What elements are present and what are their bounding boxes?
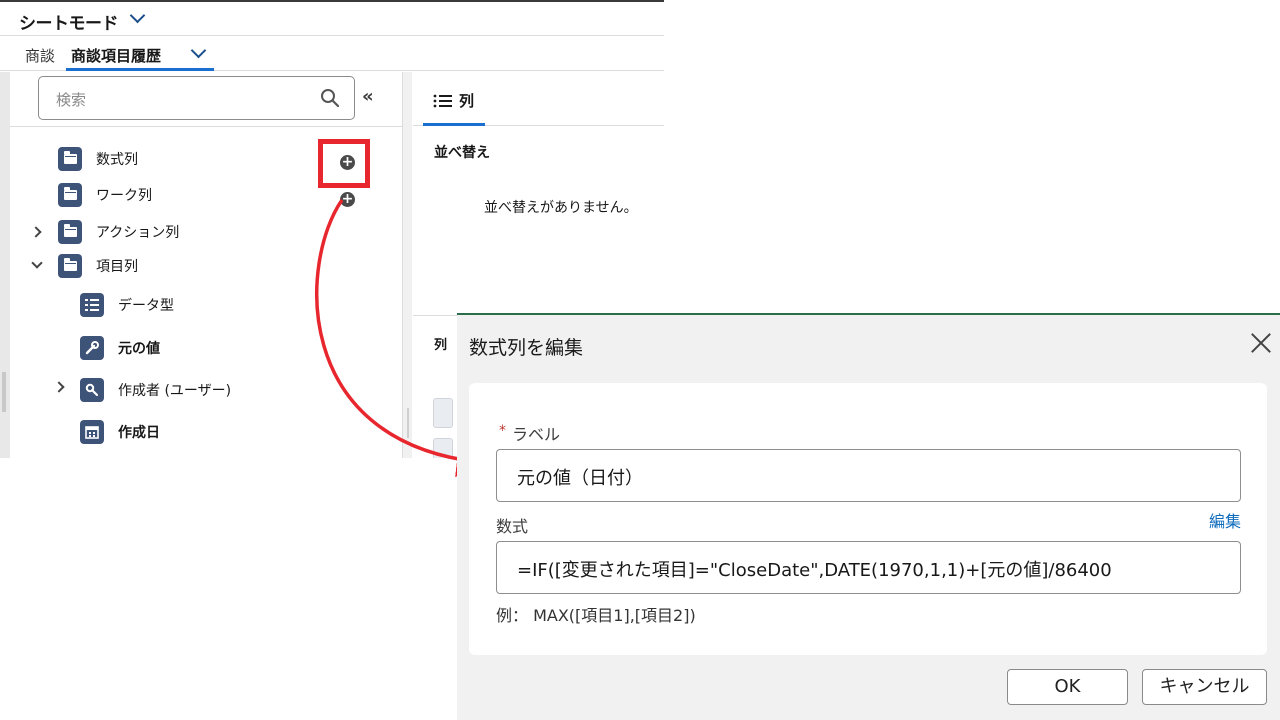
active-tab-underline	[66, 68, 214, 71]
collapse-panel-button[interactable]: «	[362, 86, 374, 107]
divider	[10, 126, 402, 127]
scrollbar-thumb[interactable]	[2, 372, 6, 412]
tree-item-created-by[interactable]: 作成者 (ユーザー)	[80, 376, 231, 404]
column-icon	[433, 438, 453, 458]
columns-section-label: 列	[434, 338, 448, 353]
breadcrumb-object[interactable]: 商談	[25, 45, 55, 66]
cancel-button[interactable]: キャンセル	[1142, 669, 1267, 705]
lookup-icon	[80, 378, 104, 402]
search-icon[interactable]	[320, 88, 340, 108]
tab-columns-label: 列	[459, 92, 475, 110]
column-icon	[433, 398, 453, 428]
tree-item-created-date[interactable]: 作成日	[80, 418, 160, 446]
folder-icon	[58, 220, 82, 244]
dialog-title: 数式列を編集	[469, 337, 584, 359]
column-tree-panel: 検索 « 数式列 ワーク列 アクション列 項目列 データ型 元の値 作成者 (ユ…	[0, 72, 412, 458]
chevron-down-icon[interactable]	[190, 42, 207, 59]
list-icon	[433, 94, 452, 107]
tree-item-label: ワーク列	[96, 188, 152, 204]
no-sort-message: 並べ替えがありません。	[484, 200, 638, 216]
tree-item-formula-column[interactable]: 数式列	[58, 145, 138, 173]
formula-example: 例： MAX([項目1],[項目2])	[496, 606, 696, 625]
tree-item-label: 作成者 (ユーザー)	[118, 383, 232, 399]
chevron-right-icon[interactable]	[30, 226, 42, 238]
tree-item-label: 作成日	[118, 425, 160, 441]
breadcrumb: 商談 商談項目履歴	[0, 37, 664, 71]
edit-formula-dialog: 数式列を編集 * ラベル 元の値（日付） 数式 編集 =IF([変更された項目]…	[457, 313, 1280, 720]
tree-item-work-column[interactable]: ワーク列	[58, 181, 152, 209]
highlight-box	[318, 139, 370, 188]
chevron-down-icon[interactable]	[129, 7, 146, 24]
search-input[interactable]: 検索	[38, 76, 355, 120]
tree-item-action-column[interactable]: アクション列	[58, 218, 179, 246]
close-icon[interactable]	[1248, 330, 1274, 356]
required-marker: *	[499, 423, 506, 439]
divider	[457, 313, 1280, 315]
formula-input[interactable]: =IF([変更された項目]="CloseDate",DATE(1970,1,1)…	[496, 541, 1241, 594]
folder-icon	[58, 254, 82, 278]
label-field-label: ラベル	[512, 425, 561, 444]
sort-heading: 並べ替え	[434, 145, 490, 161]
edit-formula-link[interactable]: 編集	[1209, 508, 1241, 532]
tab-columns[interactable]: 列	[433, 90, 474, 111]
top-bar: シートモード	[0, 2, 664, 36]
screen: シートモード 商談 商談項目履歴 検索 « 数式列 ワーク列 アクション列 項目…	[0, 0, 1280, 720]
dialog-body: * ラベル 元の値（日付） 数式 編集 =IF([変更された項目]="Close…	[469, 383, 1267, 655]
add-work-column-button[interactable]: +	[340, 192, 355, 207]
tree-item-label: 元の値	[118, 341, 160, 357]
tree-item-label: アクション列	[96, 225, 180, 241]
sheet-mode-title: シートモード	[19, 14, 119, 34]
panel-splitter[interactable]	[402, 72, 412, 458]
left-scrollbar[interactable]	[0, 72, 10, 458]
wrench-icon	[80, 336, 104, 360]
search-placeholder: 検索	[56, 91, 87, 109]
tree-item-original-value[interactable]: 元の値	[80, 334, 160, 362]
tree-item-label: データ型	[118, 298, 174, 314]
ok-button[interactable]: OK	[1007, 669, 1128, 705]
active-tab-underline	[423, 123, 485, 126]
list-icon	[80, 293, 104, 317]
formula-field-label: 数式	[496, 517, 529, 536]
label-input[interactable]: 元の値（日付）	[496, 449, 1241, 502]
calendar-icon	[80, 420, 104, 444]
chevron-down-icon[interactable]	[31, 257, 43, 269]
tree-item-data-type[interactable]: データ型	[80, 291, 174, 319]
tree-item-field-column[interactable]: 項目列	[58, 252, 138, 280]
chevron-right-icon[interactable]	[53, 381, 65, 393]
breadcrumb-current[interactable]: 商談項目履歴	[71, 45, 161, 66]
folder-icon	[58, 183, 82, 207]
folder-icon	[58, 147, 82, 171]
tree-item-label: 数式列	[96, 152, 138, 168]
tree-item-label: 項目列	[96, 259, 138, 275]
